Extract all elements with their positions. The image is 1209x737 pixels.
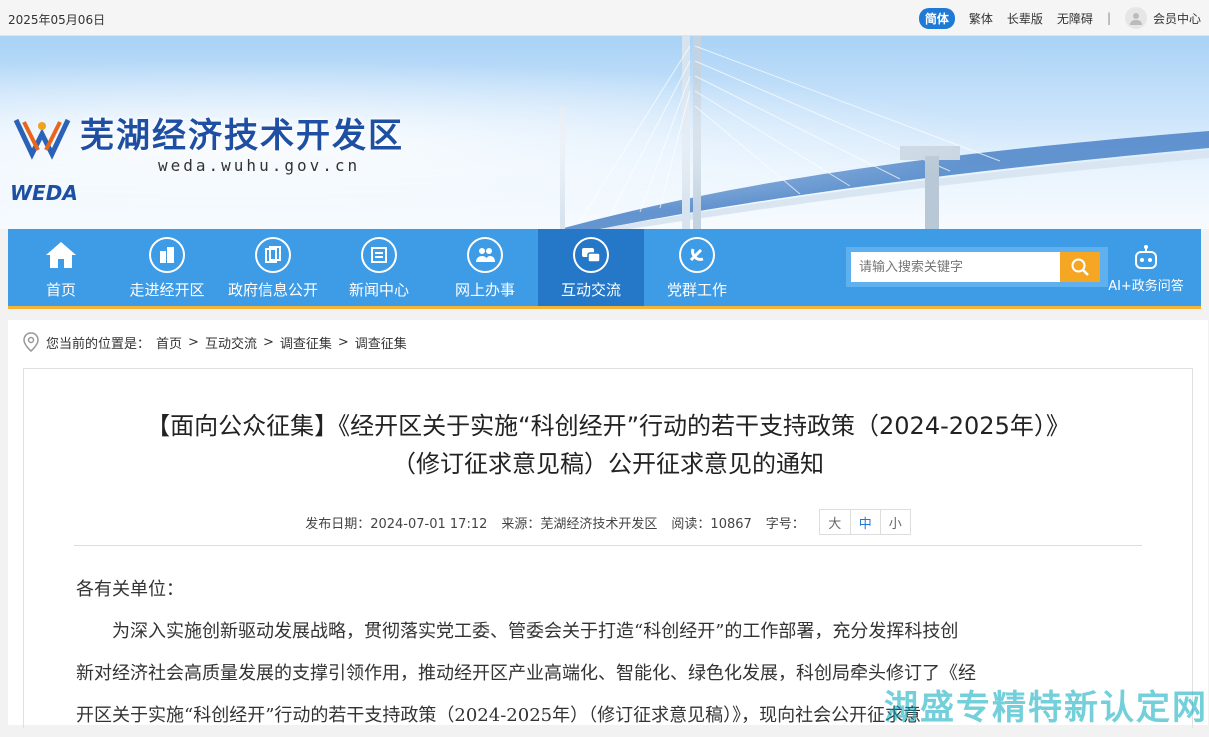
nav-item-gov-info[interactable]: 政府信息公开 bbox=[220, 229, 326, 306]
font-size-medium-button[interactable]: 中 bbox=[849, 510, 880, 534]
font-size-large-button[interactable]: 大 bbox=[820, 510, 850, 534]
breadcrumb-sep: > bbox=[262, 334, 274, 350]
buildings-icon bbox=[149, 237, 185, 273]
nav-item-label: 党群工作 bbox=[666, 281, 727, 299]
nav-item-news[interactable]: 新闻中心 bbox=[326, 229, 432, 306]
breadcrumb: 您当前的位置是： 首页 > 互动交流 > 调查征集 > 调查征集 bbox=[22, 332, 407, 352]
search-icon bbox=[1071, 258, 1089, 276]
font-size-label: 字号： bbox=[765, 516, 805, 532]
location-pin-icon bbox=[23, 332, 39, 352]
nav-items: 首页 走进经开区 政府信息公开 新闻中心 网上办事 互动交流 党群工作 bbox=[8, 229, 750, 306]
top-bar: 2025年05月06日 简体 繁体 长辈版 无障碍 | 会员中心 bbox=[0, 0, 1209, 36]
font-size-small-button[interactable]: 小 bbox=[879, 510, 910, 534]
search-input[interactable] bbox=[851, 252, 1060, 282]
nav-item-label: 首页 bbox=[45, 281, 76, 299]
nav-item-about[interactable]: 走进经开区 bbox=[114, 229, 220, 306]
site-title[interactable]: 芜湖经济技术开发区 bbox=[80, 108, 404, 157]
party-emblem-icon bbox=[679, 237, 715, 273]
robot-icon bbox=[1135, 245, 1157, 269]
user-avatar-icon bbox=[1124, 7, 1147, 29]
ai-assistant-button[interactable]: AI+政务问答 bbox=[1101, 245, 1191, 294]
newspaper-icon bbox=[361, 237, 397, 273]
documents-icon bbox=[255, 237, 291, 273]
divider: | bbox=[1106, 11, 1111, 25]
nav-item-party-work[interactable]: 党群工作 bbox=[644, 229, 750, 306]
accessibility-link[interactable]: 无障碍 bbox=[1057, 10, 1093, 27]
breadcrumb-prefix: 您当前的位置是： bbox=[46, 336, 151, 352]
publish-date: 发布日期：2024-07-01 17:12 bbox=[305, 516, 488, 532]
main-nav: 首页 走进经开区 政府信息公开 新闻中心 网上办事 互动交流 党群工作 请输入搜… bbox=[8, 229, 1201, 309]
elder-version-link[interactable]: 长辈版 bbox=[1007, 10, 1043, 27]
ai-assistant-label: AI+政务问答 bbox=[1108, 279, 1184, 294]
article-title: 【面向公众征集】《经开区关于实施“科创经开”行动的若干支持政策（2024-202… bbox=[74, 407, 1142, 483]
view-count: 阅读：10867 bbox=[671, 516, 752, 532]
divider bbox=[74, 545, 1142, 546]
nav-item-home[interactable]: 首页 bbox=[8, 229, 114, 306]
article-meta: 发布日期：2024-07-01 17:12 来源：芜湖经济技术开发区 阅读：10… bbox=[24, 509, 1192, 535]
search-box bbox=[846, 247, 1108, 287]
nav-item-label: 互动交流 bbox=[560, 281, 621, 299]
breadcrumb-sep: > bbox=[337, 334, 349, 350]
breadcrumb-interaction[interactable]: 互动交流 bbox=[205, 333, 257, 352]
breadcrumb-home[interactable]: 首页 bbox=[156, 333, 182, 352]
article: 【面向公众征集】《经开区关于实施“科创经开”行动的若干支持政策（2024-202… bbox=[23, 368, 1193, 728]
nav-item-label: 新闻中心 bbox=[348, 281, 409, 299]
member-center-label: 会员中心 bbox=[1152, 11, 1201, 26]
simplified-chinese-link[interactable]: 简体 bbox=[918, 7, 955, 29]
breadcrumb-current[interactable]: 调查征集 bbox=[355, 333, 407, 352]
header-banner: WEDA 芜湖经济技术开发区 weda.wuhu.gov.cn bbox=[0, 36, 1209, 229]
font-size-switcher: 大 中 小 bbox=[818, 509, 911, 535]
paragraph-line: 为深入实施创新驱动发展战略，贯彻落实党工委、管委会关于打造“科创经开”的工作部署… bbox=[112, 621, 959, 642]
search-button[interactable] bbox=[1060, 252, 1100, 282]
member-center-link[interactable]: 会员中心 bbox=[1124, 7, 1201, 29]
site-domain: weda.wuhu.gov.cn bbox=[158, 156, 361, 175]
nav-item-label: 走进经开区 bbox=[129, 281, 205, 299]
weda-logo-icon bbox=[13, 118, 71, 160]
current-date: 2025年05月06日 bbox=[8, 13, 106, 27]
top-links: 简体 繁体 长辈版 无障碍 | 会员中心 bbox=[918, 7, 1201, 29]
article-title-line: 【面向公众征集】《经开区关于实施“科创经开”行动的若干支持政策（2024-202… bbox=[146, 412, 1070, 440]
logo-text: WEDA bbox=[10, 181, 78, 205]
nav-item-online-services[interactable]: 网上办事 bbox=[432, 229, 538, 306]
article-title-line: （修订征求意见稿）公开征求意见的通知 bbox=[392, 450, 824, 478]
nav-item-label: 网上办事 bbox=[454, 281, 515, 299]
article-source: 来源：芜湖经济技术开发区 bbox=[501, 516, 658, 532]
people-icon bbox=[467, 237, 503, 273]
breadcrumb-sep: > bbox=[188, 334, 199, 350]
chat-icon bbox=[573, 237, 609, 273]
breadcrumb-survey[interactable]: 调查征集 bbox=[280, 333, 332, 352]
watermark: 湖盛专精特新认定网 bbox=[884, 688, 1208, 728]
nav-item-interaction[interactable]: 互动交流 bbox=[538, 229, 644, 306]
traditional-chinese-link[interactable]: 繁体 bbox=[969, 10, 993, 27]
home-icon bbox=[43, 237, 79, 273]
nav-item-label: 政府信息公开 bbox=[227, 281, 318, 299]
main-content: 您当前的位置是： 首页 > 互动交流 > 调查征集 > 调查征集 【面向公众征集… bbox=[8, 320, 1208, 728]
salutation: 各有关单位： bbox=[76, 579, 184, 600]
